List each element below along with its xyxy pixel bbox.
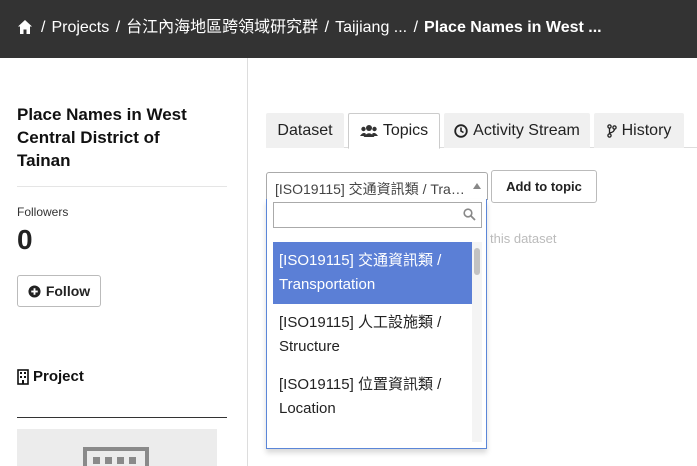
breadcrumb-item-organization[interactable]: 台江內海地區跨領域研究群: [126, 18, 318, 38]
divider: [17, 186, 227, 187]
breadcrumb-separator: /: [41, 19, 46, 36]
topic-dropdown: [ISO19115] 交通資訊類 / Transportation [ISO19…: [266, 199, 487, 449]
tab-label: Topics: [382, 122, 429, 139]
scrollbar-thumb[interactable]: [474, 248, 480, 275]
users-icon: [359, 125, 378, 137]
breadcrumb-separator: /: [413, 19, 419, 36]
breadcrumb-item-current[interactable]: Place Names in West ...: [424, 18, 602, 38]
tab-label: Dataset: [277, 121, 333, 139]
tab-label: Activity Stream: [473, 121, 580, 139]
topic-select-value: [ISO19115] 交通資訊類 / Transportation: [275, 181, 465, 197]
chevron-up-icon[interactable]: [473, 183, 481, 189]
list-item[interactable]: [ISO19115] 交通資訊類 / Transportation: [273, 242, 474, 304]
tab-topics[interactable]: Topics: [348, 113, 440, 149]
clock-icon: [454, 123, 468, 138]
dataset-title: Place Names in West Central District of …: [17, 105, 187, 170]
scrollbar[interactable]: [472, 242, 482, 442]
sidebar: Place Names in West Central District of …: [0, 58, 248, 466]
tab-bar: Dataset Topics Activity Stream History: [266, 113, 697, 149]
list-item[interactable]: [ISO19115] 位置資訊類 / Location: [273, 366, 474, 428]
project-heading: Project: [17, 368, 84, 385]
divider: [17, 417, 227, 418]
followers-count: 0: [17, 224, 33, 255]
add-to-topic-button[interactable]: Add to topic: [491, 170, 597, 203]
follow-button-label: Follow: [45, 283, 91, 299]
tab-history[interactable]: History: [594, 113, 684, 148]
hint-text: this dataset: [490, 231, 557, 246]
breadcrumb-separator: /: [324, 19, 330, 36]
branch-icon: [606, 123, 617, 138]
topic-option-list: [ISO19115] 交通資訊類 / Transportation [ISO19…: [273, 242, 474, 442]
home-icon[interactable]: [17, 19, 33, 35]
followers-label: Followers: [17, 205, 69, 219]
breadcrumb-item-projects[interactable]: Projects: [51, 18, 109, 38]
topic-search-input[interactable]: [273, 202, 482, 228]
tab-label: History: [621, 121, 672, 139]
building-icon: [83, 447, 149, 466]
breadcrumb: / Projects / 台江內海地區跨領域研究群 / Taijiang ... / P…: [39, 18, 602, 38]
project-label: Project: [33, 368, 84, 385]
plus-circle-icon: [28, 284, 41, 298]
building-icon: [17, 368, 29, 385]
list-item[interactable]: [ISO19115] 人工設施類 / Structure: [273, 304, 474, 366]
breadcrumb-separator: /: [115, 19, 121, 36]
breadcrumb-bar: / Projects / 台江內海地區跨領域研究群 / Taijiang ... / P…: [0, 0, 697, 58]
topic-select[interactable]: [ISO19115] 交通資訊類 / Transportation: [266, 172, 488, 200]
tab-dataset[interactable]: Dataset: [266, 113, 344, 148]
tab-activity-stream[interactable]: Activity Stream: [444, 113, 590, 148]
project-image-placeholder[interactable]: [17, 429, 217, 466]
breadcrumb-item-group[interactable]: Taijiang ...: [335, 18, 407, 38]
follow-button[interactable]: Follow: [17, 275, 101, 307]
search-icon: [463, 208, 476, 221]
